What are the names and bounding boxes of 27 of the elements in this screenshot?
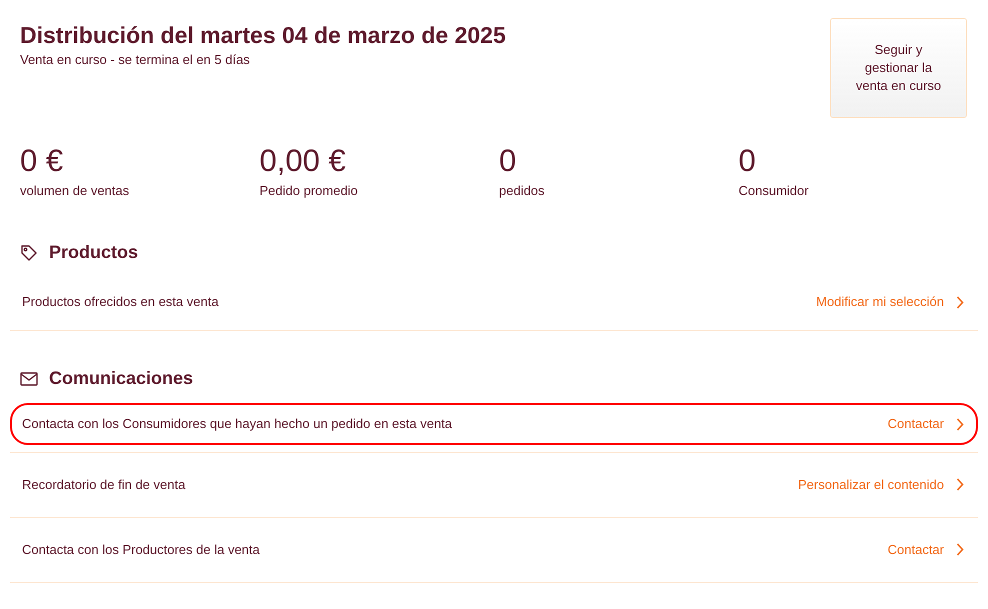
stat-label: volumen de ventas: [20, 182, 130, 200]
manage-sale-button[interactable]: Seguir y gestionar la venta en curso: [830, 18, 967, 118]
stat-label: pedidos: [499, 182, 545, 200]
tag-icon: [20, 244, 38, 262]
chevron-right-icon: [956, 478, 964, 491]
section-title: Productos: [49, 241, 138, 264]
stat-label: Consumidor: [738, 182, 809, 200]
row-action-link[interactable]: Contactar: [888, 414, 964, 434]
chevron-right-icon: [956, 296, 964, 308]
sale-status: Venta en curso - se termina el en 5 días: [20, 51, 251, 69]
row-action-link[interactable]: Personalizar el contenido: [798, 474, 964, 494]
row-label: Contacta con los Productores de la venta: [22, 540, 260, 559]
row-label: Contacta con los Consumidores que hayan hecho un pedido en esta venta: [22, 415, 452, 434]
stat-label: Pedido promedio: [260, 182, 358, 200]
chevron-right-icon: [956, 543, 964, 556]
envelope-icon: [20, 372, 38, 386]
row-action-link[interactable]: Contactar: [888, 540, 964, 560]
section-title: Comunicaciones: [49, 367, 194, 390]
chevron-right-icon: [956, 418, 964, 430]
row-action-link[interactable]: Modificar mi selección: [816, 292, 964, 312]
row-label: Productos ofrecidos en esta venta: [22, 293, 219, 312]
stat-value: 0 €: [20, 143, 64, 179]
stat-value: 0,00 €: [260, 143, 346, 179]
row-label: Recordatorio de fin de venta: [22, 476, 186, 494]
stat-value: 0: [738, 143, 756, 179]
page-title: Distribución del martes 04 de marzo de 2025: [20, 21, 506, 49]
stat-value: 0: [499, 143, 516, 179]
